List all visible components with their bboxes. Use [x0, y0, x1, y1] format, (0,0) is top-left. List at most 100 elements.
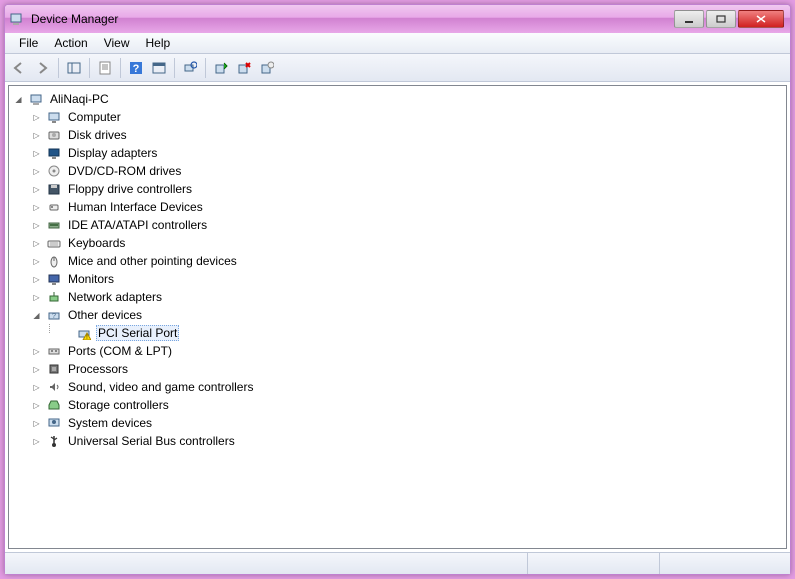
expand-icon[interactable]: ▷: [31, 148, 42, 159]
tree-category[interactable]: ▷ Computer: [9, 108, 786, 126]
expand-icon[interactable]: ▷: [31, 400, 42, 411]
expand-icon[interactable]: ▷: [31, 364, 42, 375]
floppy-icon: [46, 181, 62, 197]
show-hide-console-button[interactable]: [63, 57, 85, 79]
close-button[interactable]: [738, 10, 784, 28]
other-icon: ?: [46, 307, 62, 323]
tree-category-label: Keyboards: [66, 235, 127, 251]
tree-content[interactable]: ◢AliNaqi-PC▷Computer▷Disk drives▷Display…: [8, 85, 787, 549]
collapse-icon[interactable]: ◢: [31, 310, 42, 321]
tree-category-label: Mice and other pointing devices: [66, 253, 239, 269]
tree-category[interactable]: ▷Network adapters: [9, 288, 786, 306]
window-title: Device Manager: [31, 12, 674, 26]
storage-icon: [46, 397, 62, 413]
tree-root-label: AliNaqi-PC: [48, 91, 111, 107]
properties-button[interactable]: [94, 57, 116, 79]
tree-category-label: Ports (COM & LPT): [66, 343, 174, 359]
titlebar[interactable]: Device Manager: [5, 5, 790, 33]
mouse-icon: [46, 253, 62, 269]
display-icon: [46, 145, 62, 161]
port-icon: [46, 343, 62, 359]
tree-category-label: Processors: [66, 361, 130, 377]
tree-category[interactable]: ▷ Mice and other pointing devices: [9, 252, 786, 270]
expand-icon[interactable]: ▷: [31, 166, 42, 177]
scan-hardware-button[interactable]: [179, 57, 201, 79]
computer-icon: [28, 91, 44, 107]
monitor-icon: [46, 271, 62, 287]
tree-category[interactable]: ▷ Storage controllers: [9, 396, 786, 414]
toolbar-separator: [174, 58, 175, 78]
forward-button[interactable]: [32, 57, 54, 79]
collapse-icon[interactable]: ◢: [13, 94, 24, 105]
tree-category[interactable]: ▷ Keyboards: [9, 234, 786, 252]
expand-icon[interactable]: ▷: [31, 436, 42, 447]
uninstall-button[interactable]: [233, 57, 255, 79]
tree-category-label: Floppy drive controllers: [66, 181, 194, 197]
action-button[interactable]: [148, 57, 170, 79]
expand-icon[interactable]: ▷: [31, 112, 42, 123]
tree-category[interactable]: ▷ Sound, video and game controllers: [9, 378, 786, 396]
computer-icon: [46, 109, 62, 125]
menu-view[interactable]: View: [96, 34, 138, 52]
tree-category[interactable]: ▷ Processors: [9, 360, 786, 378]
tree-category[interactable]: ▷Disk drives: [9, 126, 786, 144]
expand-icon[interactable]: ▷: [31, 256, 42, 267]
tree-category[interactable]: ▷ System devices: [9, 414, 786, 432]
toolbar-separator: [58, 58, 59, 78]
tree-category[interactable]: ▷ Floppy drive controllers: [9, 180, 786, 198]
status-cell: [659, 553, 791, 574]
expand-icon[interactable]: ▷: [31, 220, 42, 231]
tree-category[interactable]: ▷ Ports (COM & LPT): [9, 342, 786, 360]
expand-icon[interactable]: ▷: [31, 274, 42, 285]
tree-category-label: Sound, video and game controllers: [66, 379, 255, 395]
ide-icon: [46, 217, 62, 233]
tree-category[interactable]: ▷Universal Serial Bus controllers: [9, 432, 786, 450]
network-icon: [46, 289, 62, 305]
back-button[interactable]: [9, 57, 31, 79]
tree-category-label: DVD/CD-ROM drives: [66, 163, 183, 179]
tree-device[interactable]: !PCI Serial Port: [9, 324, 786, 342]
tree-category[interactable]: ▷Monitors: [9, 270, 786, 288]
minimize-button[interactable]: [674, 10, 704, 28]
toolbar-separator: [120, 58, 121, 78]
tree-category-label: Storage controllers: [66, 397, 171, 413]
tree-root[interactable]: ◢ AliNaqi-PC: [9, 90, 786, 108]
toolbar-separator: [205, 58, 206, 78]
dvd-icon: [46, 163, 62, 179]
tree-device-label: PCI Serial Port: [96, 325, 179, 341]
help-button[interactable]: ?: [125, 57, 147, 79]
expand-icon[interactable]: ▷: [31, 346, 42, 357]
update-driver-button[interactable]: [210, 57, 232, 79]
menu-help[interactable]: Help: [138, 34, 179, 52]
warning-icon: !: [76, 325, 92, 341]
statusbar: [5, 552, 790, 574]
tree-category-label: Display adapters: [66, 145, 159, 161]
status-cell: [5, 553, 527, 574]
tree-category[interactable]: ◢?Other devices: [9, 306, 786, 324]
disable-button[interactable]: [256, 57, 278, 79]
tree-category[interactable]: ▷ DVD/CD-ROM drives: [9, 162, 786, 180]
sound-icon: [46, 379, 62, 395]
keyboard-icon: [46, 235, 62, 251]
expand-icon[interactable]: ▷: [31, 130, 42, 141]
cpu-icon: [46, 361, 62, 377]
maximize-button[interactable]: [706, 10, 736, 28]
expand-icon[interactable]: ▷: [31, 418, 42, 429]
tree-category[interactable]: ▷ Human Interface Devices: [9, 198, 786, 216]
tree-category[interactable]: ▷ IDE ATA/ATAPI controllers: [9, 216, 786, 234]
hid-icon: [46, 199, 62, 215]
expand-icon[interactable]: ▷: [31, 184, 42, 195]
expand-icon[interactable]: ▷: [31, 238, 42, 249]
tree-category-label: Computer: [66, 109, 123, 125]
tree-category-label: IDE ATA/ATAPI controllers: [66, 217, 209, 233]
expand-icon[interactable]: ▷: [31, 292, 42, 303]
menubar: File Action View Help: [5, 33, 790, 54]
tree-category[interactable]: ▷ Display adapters: [9, 144, 786, 162]
tree-category-label: System devices: [66, 415, 154, 431]
tree-category-label: Human Interface Devices: [66, 199, 205, 215]
expand-icon[interactable]: ▷: [31, 382, 42, 393]
system-icon: [46, 415, 62, 431]
expand-icon[interactable]: ▷: [31, 202, 42, 213]
menu-file[interactable]: File: [11, 34, 46, 52]
menu-action[interactable]: Action: [46, 34, 95, 52]
